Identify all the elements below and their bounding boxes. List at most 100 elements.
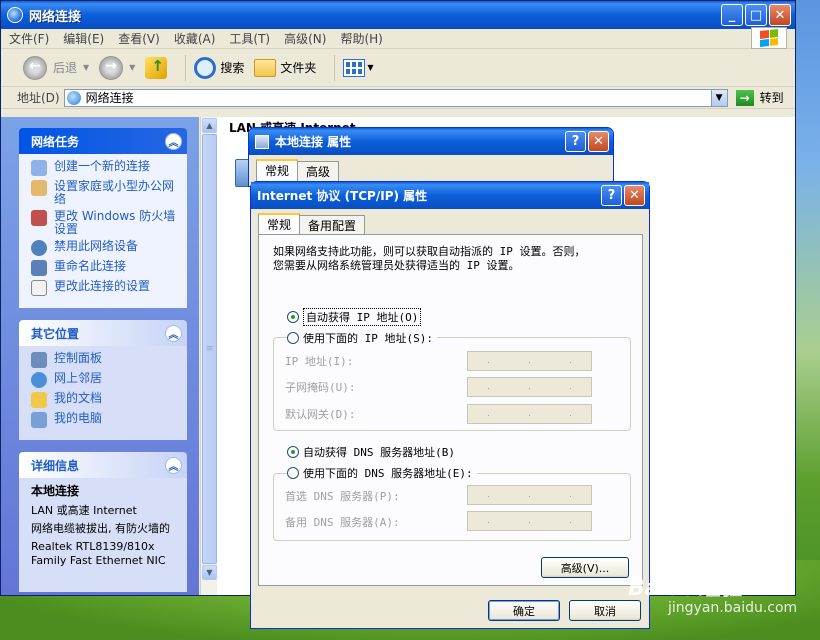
- rename-icon: [31, 260, 47, 276]
- close-button[interactable]: ✕: [624, 185, 645, 206]
- my-documents-icon: [31, 392, 47, 408]
- manual-ip-label: 使用下面的 IP 地址(S):: [303, 332, 433, 345]
- details-type: LAN 或高速 Internet: [31, 504, 137, 517]
- window-titlebar[interactable]: 网络连接 _ □ ✕: [1, 1, 795, 29]
- local-dialog-title: 本地连接 属性: [275, 135, 352, 149]
- help-button[interactable]: ?: [565, 131, 586, 152]
- collapse-chevron-icon[interactable]: ︽: [165, 324, 182, 342]
- menu-file[interactable]: 文件(F): [9, 30, 49, 47]
- folders-button[interactable]: 文件夹: [254, 58, 316, 77]
- task-firewall[interactable]: 更改 Windows 防火墙设置: [31, 210, 177, 236]
- network-tasks-header[interactable]: 网络任务 ︽: [19, 128, 187, 154]
- tab-general[interactable]: 常规: [256, 159, 299, 182]
- baidu-watermark: Baidu经验 jingyan.baidu.com: [628, 570, 797, 616]
- network-places-icon: [31, 372, 47, 388]
- manual-ip-radio[interactable]: 使用下面的 IP 地址(S):: [287, 330, 437, 346]
- network-tasks-title: 网络任务: [31, 134, 80, 149]
- back-dropdown-icon[interactable]: ▼: [83, 63, 89, 72]
- toolbar-separator: [334, 54, 336, 81]
- minimize-button[interactable]: _: [721, 4, 743, 26]
- folder-icon: [254, 58, 277, 77]
- auto-ip-label: 自动获得 IP 地址(O): [303, 308, 422, 326]
- network-adapter-icon: [255, 134, 269, 149]
- other-places-body: 控制面板 网上邻居 我的文档 我的电脑: [19, 346, 187, 440]
- details-adapter: Realtek RTL8139/810x Family Fast Etherne…: [31, 540, 166, 567]
- menu-advanced[interactable]: 高级(N): [284, 30, 326, 47]
- maximize-button[interactable]: □: [745, 4, 767, 26]
- place-my-documents[interactable]: 我的文档: [31, 392, 177, 408]
- task-change-settings[interactable]: 更改此连接的设置: [31, 280, 177, 296]
- close-button[interactable]: ✕: [588, 131, 609, 152]
- manual-dns-radio[interactable]: 使用下面的 DNS 服务器地址(E):: [287, 465, 477, 481]
- auto-dns-radio[interactable]: 自动获得 DNS 服务器地址(B): [287, 444, 455, 460]
- network-connections-icon: [66, 90, 81, 105]
- other-places-header[interactable]: 其它位置 ︽: [19, 320, 187, 346]
- local-dialog-titlebar[interactable]: 本地连接 属性 ? ✕: [249, 128, 613, 155]
- menu-favorites[interactable]: 收藏(A): [174, 30, 216, 47]
- menu-edit[interactable]: 编辑(E): [63, 30, 104, 47]
- task-create-connection[interactable]: 创建一个新的连接: [31, 160, 177, 176]
- views-dropdown-icon: ▼: [367, 63, 374, 72]
- back-arrow-icon: [23, 55, 47, 80]
- collapse-chevron-icon[interactable]: ︽: [165, 132, 182, 150]
- menu-tools[interactable]: 工具(T): [229, 30, 270, 47]
- address-input[interactable]: 网络连接 ▼: [63, 88, 728, 107]
- task-disable-device[interactable]: 禁用此网络设备: [31, 240, 177, 256]
- forward-dropdown-icon[interactable]: ▼: [129, 63, 135, 72]
- default-gateway-label: 默认网关(D):: [285, 408, 356, 421]
- other-places-panel: 其它位置 ︽ 控制面板 网上邻居 我的文档 我的电脑: [19, 320, 187, 440]
- other-places-title: 其它位置: [31, 326, 80, 341]
- disable-device-icon: [31, 240, 47, 256]
- scroll-thumb[interactable]: ≡: [202, 134, 217, 564]
- windows-logo-icon: [751, 27, 787, 49]
- place-my-computer[interactable]: 我的电脑: [31, 412, 177, 428]
- details-title: 详细信息: [31, 458, 80, 473]
- network-tasks-body: 创建一个新的连接 设置家庭或小型办公网络 更改 Windows 防火墙设置 禁用…: [19, 154, 187, 308]
- subnet-mask-label: 子网掩码(U):: [285, 381, 356, 394]
- new-connection-icon: [31, 160, 47, 176]
- tcpip-dialog: Internet 协议 (TCP/IP) 属性 ? ✕ 常规 备用配置 如果网络…: [250, 181, 650, 629]
- address-dropdown-icon[interactable]: ▼: [710, 89, 727, 106]
- tab-general[interactable]: 常规: [258, 213, 301, 236]
- place-control-panel[interactable]: 控制面板: [31, 352, 177, 368]
- collapse-chevron-icon[interactable]: ︽: [165, 456, 182, 474]
- subnet-mask-field: ...: [467, 377, 592, 397]
- preferred-dns-field: ...: [467, 485, 592, 505]
- advanced-button[interactable]: 高级(V)...: [541, 557, 629, 578]
- scroll-down-icon[interactable]: ▼: [202, 565, 217, 580]
- task-pane: 网络任务 ︽ 创建一个新的连接 设置家庭或小型办公网络 更改 Windows 防…: [1, 117, 199, 595]
- ok-button[interactable]: 确定: [488, 600, 560, 621]
- task-label: 重命名此连接: [54, 259, 127, 273]
- forward-button[interactable]: ▼: [99, 55, 135, 80]
- task-rename[interactable]: 重命名此连接: [31, 260, 177, 276]
- scroll-up-icon[interactable]: ▲: [202, 118, 217, 133]
- up-folder-icon: [145, 56, 168, 79]
- radio-selected-icon: [287, 311, 299, 323]
- go-button[interactable]: → 转到: [735, 89, 784, 106]
- tcpip-dialog-title: Internet 协议 (TCP/IP) 属性: [257, 189, 428, 203]
- vertical-scrollbar[interactable]: ▲ ≡ ▼: [200, 117, 217, 595]
- details-header[interactable]: 详细信息 ︽: [19, 452, 187, 478]
- cancel-button[interactable]: 取消: [569, 600, 641, 621]
- task-home-network[interactable]: 设置家庭或小型办公网络: [31, 180, 177, 206]
- task-label: 禁用此网络设备: [54, 239, 139, 253]
- task-label: 创建一个新的连接: [54, 159, 151, 173]
- up-button[interactable]: [145, 56, 168, 79]
- menu-view[interactable]: 查看(V): [118, 30, 160, 47]
- search-button[interactable]: 搜索: [194, 56, 244, 79]
- back-button[interactable]: 后退 ▼: [23, 55, 89, 80]
- place-network[interactable]: 网上邻居: [31, 372, 177, 388]
- auto-ip-radio[interactable]: 自动获得 IP 地址(O): [287, 308, 422, 326]
- tcpip-dialog-titlebar[interactable]: Internet 协议 (TCP/IP) 属性 ? ✕: [251, 182, 649, 209]
- views-button[interactable]: ▼: [343, 58, 374, 77]
- address-value: 网络连接: [85, 91, 134, 105]
- default-gateway-field: ...: [467, 404, 592, 424]
- close-button[interactable]: ✕: [769, 4, 791, 26]
- details-name: 本地连接: [31, 484, 80, 498]
- info-line-2: 您需要从网络系统管理员处获得适当的 IP 设置。: [273, 259, 520, 272]
- network-tasks-panel: 网络任务 ︽ 创建一个新的连接 设置家庭或小型办公网络 更改 Windows 防…: [19, 128, 187, 308]
- menu-help[interactable]: 帮助(H): [340, 30, 382, 47]
- preferred-dns-label: 首选 DNS 服务器(P):: [285, 490, 400, 503]
- radio-unselected-icon: [287, 332, 299, 344]
- help-button[interactable]: ?: [601, 185, 622, 206]
